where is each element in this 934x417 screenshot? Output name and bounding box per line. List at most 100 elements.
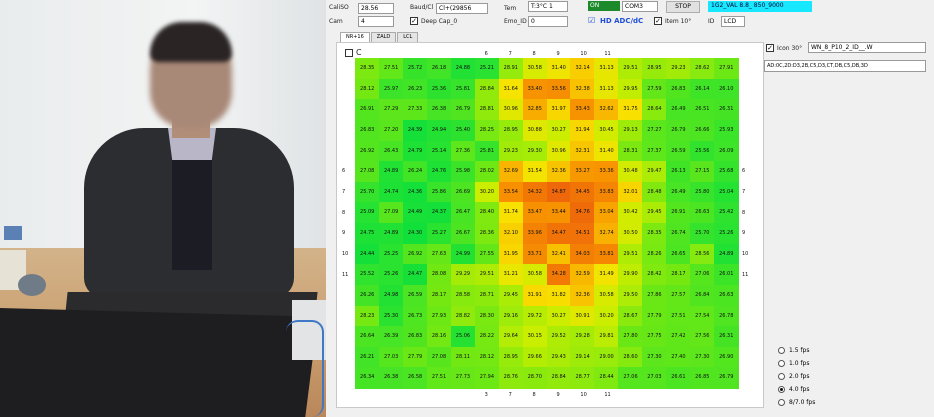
icon-path-input[interactable]: WN_8_P10_2_ID__.W [808, 42, 926, 53]
heatmap-cell: 26.73 [402, 305, 428, 327]
item-checkbox[interactable]: ✓ [654, 17, 662, 25]
heatmap-cell: 26.79 [666, 119, 691, 141]
heatmap-cell: 28.42 [642, 264, 667, 286]
heatmap-cell: 26.09 [714, 140, 739, 162]
heatmap-left-label: 7 [342, 189, 346, 196]
tab-1[interactable]: NR+16 [340, 32, 370, 42]
heatmap-bottom-label: 3 [484, 392, 488, 398]
heatmap-cell: 26.63 [690, 202, 715, 224]
heatmap-cell: 31.82 [546, 284, 571, 306]
heatmap-cell: 26.59 [402, 284, 428, 306]
heatmap-cell: 27.51 [666, 305, 691, 327]
heatmap-cell: 24.89 [378, 161, 404, 183]
heatmap-cell: 28.84 [546, 367, 571, 389]
heatmap-cell: 24.76 [426, 161, 452, 183]
fps-option[interactable]: 4.0 fps [778, 386, 810, 393]
view-tabs: NR+16 ZALD LCL [340, 32, 419, 42]
heatmap-cell: 26.79 [714, 367, 739, 389]
tab-2[interactable]: ZALD [370, 32, 397, 42]
heatmap-cell: 26.91 [666, 202, 691, 224]
icon-checkbox[interactable]: ✓ [766, 44, 774, 52]
heatmap-cell: 26.78 [714, 305, 739, 327]
radio-icon[interactable] [778, 386, 785, 393]
heatmap-cell: 24.39 [402, 119, 428, 141]
heatmap-cell: 33.71 [522, 243, 547, 265]
heatmap-cell: 25.36 [426, 78, 452, 100]
heatmap-cell: 27.54 [690, 305, 715, 327]
radio-icon[interactable] [778, 399, 785, 406]
fps-option[interactable]: 8/7.0 fps [778, 399, 815, 406]
fps-option[interactable]: 2.0 fps [778, 373, 810, 380]
heatmap-bottom-label: 8 [532, 392, 536, 398]
heatmap-cell: 28.64 [642, 99, 667, 121]
panel-checkbox[interactable] [345, 49, 353, 57]
hd-check-mark[interactable]: ☑ [588, 16, 595, 25]
fps-option[interactable]: 1.0 fps [778, 360, 810, 367]
heatmap-cell: 27.08 [426, 346, 452, 368]
heatmap-cell: 29.52 [546, 326, 571, 348]
heatmap-cell: 26.91 [355, 99, 380, 121]
heatmap-cell: 34.76 [570, 202, 595, 224]
fps-option[interactable]: 1.5 fps [778, 347, 810, 354]
heatmap-cell: 28.84 [474, 78, 500, 100]
heatmap-cell: 32.38 [570, 78, 595, 100]
heatmap-cell: 26.24 [402, 161, 428, 183]
stop-button[interactable]: STOP [666, 1, 700, 13]
heatmap-cell: 31.21 [498, 264, 524, 286]
heatmap-cell: 28.08 [426, 264, 452, 286]
baud-input[interactable]: Cl+(29856 [436, 3, 488, 14]
heatmap-cell: 26.49 [666, 99, 691, 121]
panel-checkbox-label: C [356, 48, 362, 57]
radio-icon[interactable] [778, 373, 785, 380]
heatmap-cell: 26.26 [355, 284, 380, 306]
person-hair [150, 22, 232, 62]
heatmap-cell: 28.35 [642, 223, 667, 245]
port-select[interactable]: COM3 [622, 1, 658, 12]
temp-input[interactable]: T:3°C 1 [528, 1, 568, 12]
heatmap-cell: 34.47 [546, 223, 571, 245]
cam-input[interactable]: 4 [358, 16, 394, 27]
tab-3[interactable]: LCL [397, 32, 419, 42]
heatmap-left-label: 6 [342, 168, 346, 175]
radio-icon[interactable] [778, 360, 785, 367]
heatmap-cell: 29.28 [570, 326, 595, 348]
heatmap-cell: 26.83 [402, 326, 428, 348]
fps-option-label: 2.0 fps [789, 373, 810, 380]
heatmap-cell: 29.90 [618, 264, 643, 286]
heatmap-cell: 26.13 [666, 161, 691, 183]
heatmap-cell: 27.63 [426, 243, 452, 265]
heatmap-cell: 30.88 [522, 119, 547, 141]
heatmap-cell: 31.49 [594, 264, 619, 286]
heatmap-cell: 28.71 [474, 284, 500, 306]
heatmap-cell: 34.51 [570, 223, 595, 245]
heatmap-cell: 26.01 [714, 264, 739, 286]
heatmap-cell: 27.79 [402, 346, 428, 368]
heatmap-cell: 28.95 [498, 346, 524, 368]
heatmap-bottom-label: 9 [556, 392, 560, 398]
deep-cap-checkbox[interactable]: ✓ [410, 17, 418, 25]
heatmap-cell: 25.81 [450, 78, 476, 100]
heatmap-cell: 24.99 [450, 243, 476, 265]
connection-status: ON [588, 1, 620, 11]
heatmap-cell: 26.47 [450, 202, 476, 224]
radio-icon[interactable] [778, 347, 785, 354]
emo-input[interactable]: 0 [528, 16, 568, 27]
heatmap-cell: 29.45 [498, 284, 524, 306]
heatmap-cell: 28.58 [450, 284, 476, 306]
heatmap-cell: 29.81 [594, 326, 619, 348]
heatmap-cell: 25.14 [426, 140, 452, 162]
heatmap-cell: 33.43 [570, 99, 595, 121]
heatmap-cell: 34.03 [570, 243, 595, 265]
heatmap-cell: 32.59 [570, 264, 595, 286]
heatmap-cell: 26.74 [666, 223, 691, 245]
heatmap-cell: 28.81 [474, 99, 500, 121]
heatmap-cell: 25.98 [450, 161, 476, 183]
channel-select[interactable]: AD:0C,2D:D3,2B,C5,D3,CT,DB,C5,DB,3D [764, 60, 926, 72]
heatmap-right-label: 7 [742, 189, 746, 196]
heatmap-right-label: 9 [742, 230, 746, 237]
id-input[interactable]: LCD [721, 16, 745, 27]
heatmap-cell: 24.47 [402, 264, 428, 286]
heatmap-cell: 28.76 [498, 367, 524, 389]
fps-option-label: 8/7.0 fps [789, 399, 816, 406]
caliso-input[interactable]: 28.56 [358, 3, 394, 14]
